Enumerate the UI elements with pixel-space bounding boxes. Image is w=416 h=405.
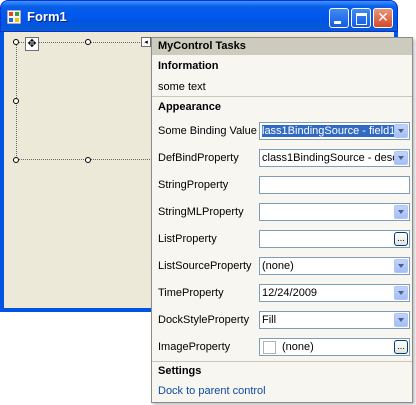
resize-handle-bottom[interactable] <box>85 157 91 163</box>
field-value: lass1BindingSource - field1 <box>262 125 396 137</box>
title-bar[interactable]: Form1 ✕ <box>0 0 398 32</box>
smart-tag-glyph-icon[interactable]: ◂ <box>141 37 151 47</box>
chevron-down-icon[interactable] <box>394 151 408 165</box>
smart-tag-panel: MyControl Tasks Information some text Ap… <box>151 37 413 403</box>
property-label-time: TimeProperty <box>158 287 224 299</box>
property-label-list: ListProperty <box>158 233 217 245</box>
divider <box>152 96 412 97</box>
list-property-field[interactable]: ... <box>259 230 410 248</box>
move-handle-icon[interactable]: ✥ <box>25 37 39 51</box>
property-label-image: ImageProperty <box>158 341 231 353</box>
app-icon <box>7 10 21 24</box>
property-label-some-binding-value: Some Binding Value <box>158 125 257 137</box>
property-label-list-source: ListSourceProperty <box>158 260 252 272</box>
field-value: 12/24/2009 <box>262 287 318 299</box>
divider <box>152 361 412 362</box>
section-information: Information <box>158 60 219 72</box>
chevron-down-icon[interactable] <box>394 259 408 273</box>
selected-control-outline[interactable] <box>16 42 152 160</box>
field-value: class1BindingSource - desc <box>262 152 398 164</box>
panel-title: MyControl Tasks <box>152 38 412 55</box>
some-binding-value-dropdown[interactable]: lass1BindingSource - field1 <box>259 122 410 140</box>
information-text: some text <box>158 81 206 93</box>
resize-handle-top[interactable] <box>85 39 91 45</box>
image-swatch-icon <box>263 340 276 354</box>
image-property-ellipsis-button[interactable]: ... <box>394 340 408 354</box>
field-value: (none) <box>262 260 294 272</box>
property-label-string-ml: StringMLProperty <box>158 206 244 218</box>
property-label-defbind: DefBindProperty <box>158 152 239 164</box>
section-settings: Settings <box>158 365 202 377</box>
string-property-input[interactable] <box>259 176 410 194</box>
chevron-down-icon[interactable] <box>394 124 408 138</box>
dock-style-property-dropdown[interactable]: Fill <box>259 311 410 329</box>
resize-handle-left[interactable] <box>13 98 19 104</box>
close-icon: ✕ <box>377 10 389 26</box>
time-property-dropdown[interactable]: 12/24/2009 <box>259 284 410 302</box>
resize-handle-top-left[interactable] <box>13 39 19 45</box>
chevron-down-icon[interactable] <box>394 205 408 219</box>
window-title: Form1 <box>27 9 67 24</box>
list-property-ellipsis-button[interactable]: ... <box>394 232 408 246</box>
close-button[interactable]: ✕ <box>373 8 393 28</box>
property-label-dock-style: DockStyleProperty <box>158 314 250 326</box>
field-value: Fill <box>262 314 277 326</box>
section-appearance: Appearance <box>158 101 221 113</box>
chevron-down-icon[interactable] <box>394 286 408 300</box>
list-source-property-dropdown[interactable]: (none) <box>259 257 410 275</box>
maximize-button[interactable] <box>351 8 371 28</box>
chevron-down-icon[interactable] <box>394 313 408 327</box>
defbind-property-dropdown[interactable]: class1BindingSource - desc <box>259 149 410 167</box>
minimize-button[interactable] <box>329 8 349 28</box>
image-property-field[interactable]: (none) ... <box>259 338 410 356</box>
property-label-string: StringProperty <box>158 179 229 191</box>
dock-to-parent-link[interactable]: Dock to parent control <box>158 385 266 397</box>
field-value: (none) <box>282 341 314 353</box>
resize-handle-bottom-left[interactable] <box>13 157 19 163</box>
string-ml-property-dropdown[interactable] <box>259 203 410 221</box>
